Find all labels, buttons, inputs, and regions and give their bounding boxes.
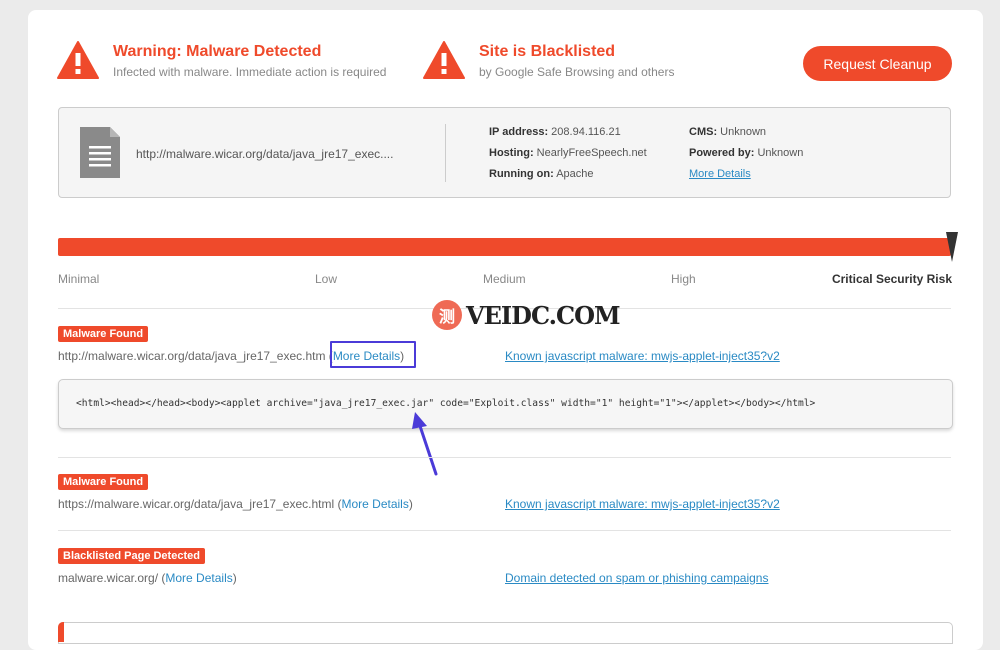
running-on-row: Running on: Apache: [489, 168, 594, 180]
scanned-url: http://malware.wicar.org/data/java_jre17…: [136, 147, 394, 161]
ip-address-row: IP address: 208.94.116.21: [489, 126, 621, 138]
blacklist-reason-link[interactable]: Domain detected on spam or phishing camp…: [505, 571, 768, 585]
running-on-value: Apache: [556, 168, 594, 180]
warning-triangle-icon: [423, 41, 465, 79]
finding-url: https://malware.wicar.org/data/java_jre1…: [58, 497, 335, 511]
hosting-row: Hosting: NearlyFreeSpeech.net: [489, 147, 647, 159]
cms-value: Unknown: [720, 126, 767, 138]
malware-alert-title: Warning: Malware Detected: [113, 43, 322, 60]
watermark-text: VEIDC.COM: [466, 300, 621, 330]
cms-label: CMS:: [689, 126, 718, 138]
powered-by-row: Powered by: Unknown: [689, 147, 803, 159]
finding-more-details-link[interactable]: More Details: [341, 497, 408, 511]
divider: [445, 124, 446, 182]
hosting-value: NearlyFreeSpeech.net: [536, 147, 647, 159]
watermark-glyph: 测: [432, 300, 462, 330]
code-text: <html><head></head><body><applet archive…: [76, 398, 816, 409]
divider: [58, 530, 951, 531]
site-more-details-link[interactable]: More Details: [689, 168, 751, 180]
powered-by-value: Unknown: [757, 147, 804, 159]
risk-label-critical: Critical Security Risk: [831, 272, 952, 286]
risk-label-high: High: [671, 272, 696, 286]
malware-found-badge: Malware Found: [58, 474, 149, 490]
powered-by-label: Powered by:: [689, 147, 755, 159]
document-icon: [80, 127, 120, 178]
ip-address-value: 208.94.116.21: [551, 126, 621, 138]
risk-pointer-icon: [946, 232, 958, 262]
malware-signature-link[interactable]: Known javascript malware: mwjs-applet-in…: [505, 497, 780, 511]
security-risk-bar: [58, 238, 951, 256]
warning-triangle-icon: [57, 41, 99, 79]
blacklist-alert-subtitle: by Google Safe Browsing and others: [479, 65, 675, 79]
running-on-label: Running on:: [489, 168, 554, 180]
next-finding-panel: [58, 622, 953, 644]
site-info-panel: http://malware.wicar.org/data/java_jre17…: [58, 107, 951, 198]
hosting-label: Hosting:: [489, 147, 534, 159]
blacklisted-page-badge: Blacklisted Page Detected: [58, 548, 205, 564]
malware-code-snippet: <html><head></head><body><applet archive…: [58, 379, 953, 429]
finding-url-line: https://malware.wicar.org/data/java_jre1…: [58, 497, 413, 511]
malware-alert-subtitle: Infected with malware. Immediate action …: [113, 65, 387, 79]
finding-url: malware.wicar.org/: [58, 571, 159, 585]
cms-row: CMS: Unknown: [689, 126, 766, 138]
divider: [58, 457, 951, 458]
annotation-highlight-box: [330, 341, 416, 368]
risk-label-medium: Medium: [483, 272, 526, 286]
risk-label-minimal: Minimal: [58, 272, 100, 286]
malware-signature-link[interactable]: Known javascript malware: mwjs-applet-in…: [505, 349, 780, 363]
finding-url-line: malware.wicar.org/ (More Details): [58, 571, 237, 585]
malware-found-badge: Malware Found: [58, 326, 149, 342]
annotation-arrow-icon: [412, 412, 438, 476]
ip-address-label: IP address:: [489, 126, 549, 138]
finding-accent-bar: [58, 622, 64, 642]
request-cleanup-button[interactable]: Request Cleanup: [803, 46, 952, 81]
finding-url: http://malware.wicar.org/data/java_jre17…: [58, 349, 326, 363]
risk-label-low: Low: [315, 272, 338, 286]
blacklist-alert-title: Site is Blacklisted: [479, 43, 616, 60]
watermark-logo: 测 VEIDC.COM: [432, 300, 621, 330]
finding-more-details-link[interactable]: More Details: [165, 571, 232, 585]
